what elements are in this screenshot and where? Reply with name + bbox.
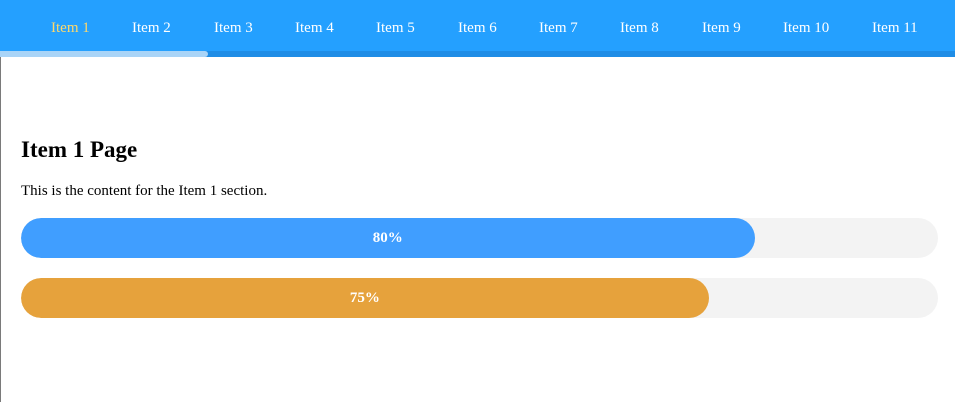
window-left-edge	[0, 0, 1, 402]
nav-item-4[interactable]: Item 4	[295, 0, 334, 51]
top-navbar: Item 1 Item 2 Item 3 Item 4 Item 5 Item …	[0, 0, 955, 51]
nav-item-5[interactable]: Item 5	[376, 0, 415, 51]
nav-item-6[interactable]: Item 6	[458, 0, 497, 51]
nav-item-8[interactable]: Item 8	[620, 0, 659, 51]
nav-item-9[interactable]: Item 9	[702, 0, 741, 51]
progress-fill-blue: 80%	[21, 218, 755, 258]
page-title: Item 1 Page	[21, 137, 138, 162]
nav-item-11[interactable]: Item 11	[872, 0, 918, 51]
nav-item-2[interactable]: Item 2	[132, 0, 171, 51]
progress-fill-orange: 75%	[21, 278, 709, 318]
nav-active-indicator	[0, 51, 208, 57]
progress-bar-blue: 80%	[21, 218, 938, 258]
progress-label-blue: 80%	[372, 229, 403, 246]
progress-label-orange: 75%	[349, 289, 380, 306]
nav-item-7[interactable]: Item 7	[539, 0, 578, 51]
nav-item-3[interactable]: Item 3	[214, 0, 253, 51]
progress-bar-orange: 75%	[21, 278, 938, 318]
main-content: Item 1 Page This is the content for the …	[21, 130, 938, 200]
page-description: This is the content for the Item 1 secti…	[21, 183, 268, 199]
nav-item-10[interactable]: Item 10	[783, 0, 829, 51]
nav-item-1[interactable]: Item 1	[51, 0, 90, 51]
